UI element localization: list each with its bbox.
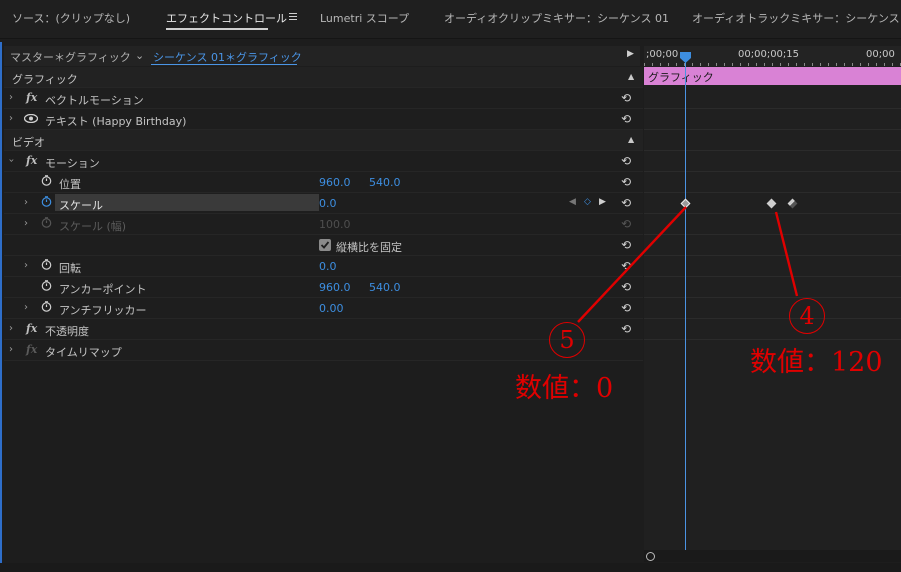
annotation-label-5: 数値：0 [515,373,614,404]
annotation-lines [577,206,799,323]
annotation-number-4: 4 [789,298,825,334]
annotation-number-5: 5 [549,322,585,358]
annotation-label-4: 数値：120 [750,347,883,378]
